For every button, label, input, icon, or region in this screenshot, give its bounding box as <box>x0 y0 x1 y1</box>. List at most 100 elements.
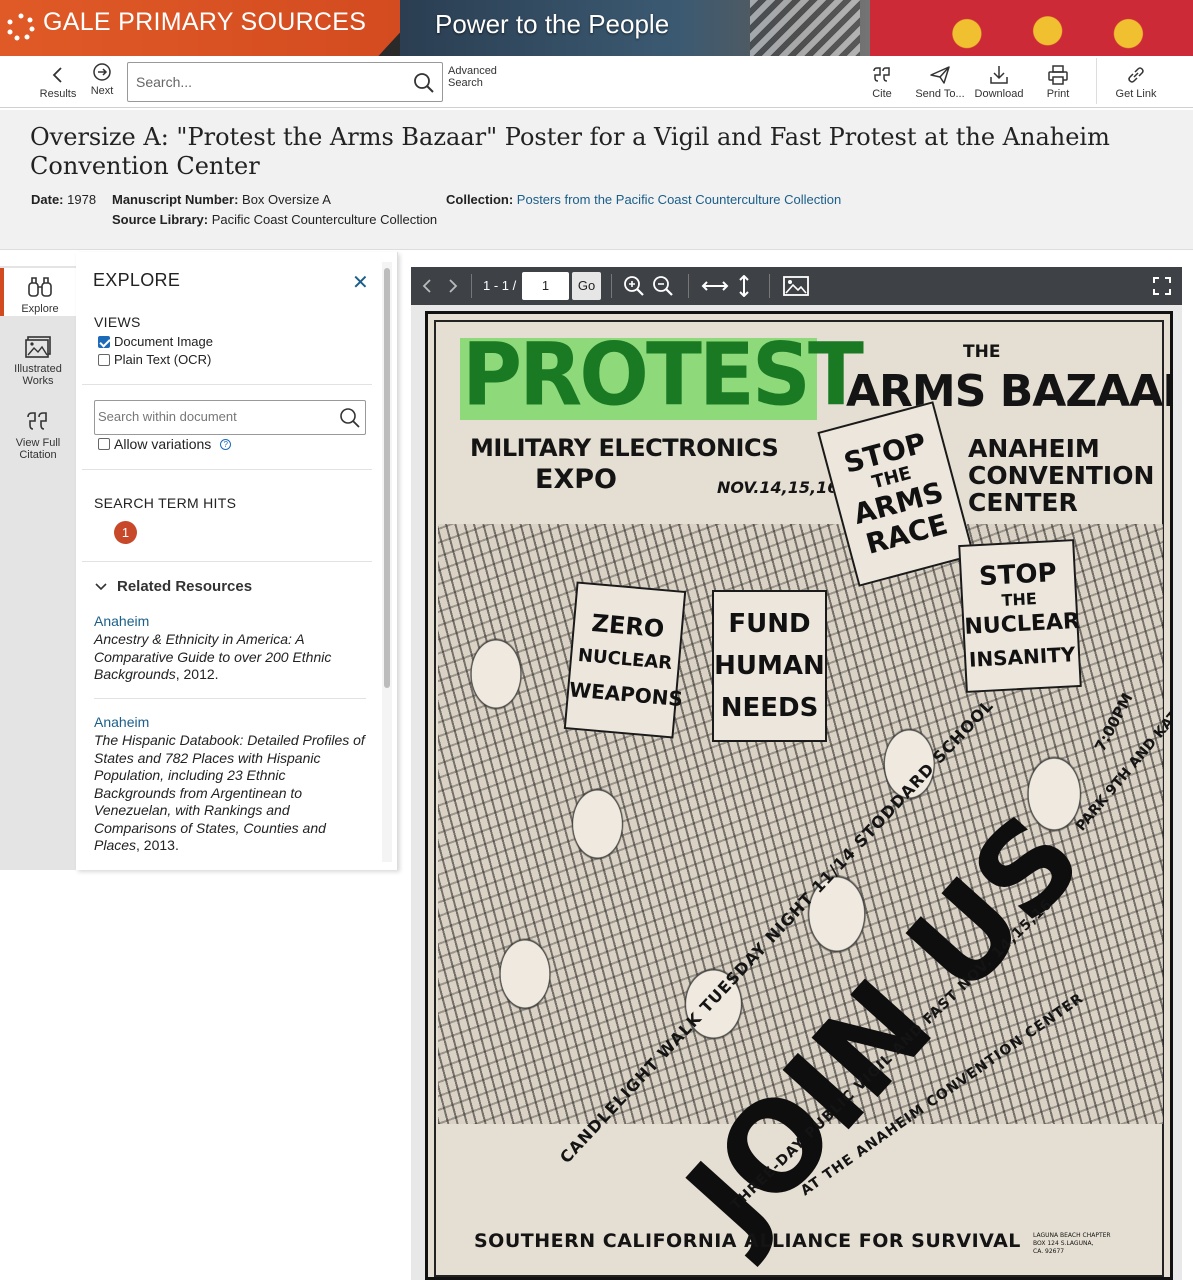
banner: GALE PRIMARY SOURCES Power to the People <box>0 0 1193 56</box>
collection-meta: Collection: Posters from the Pacific Coa… <box>446 192 841 207</box>
poster-arms-bazaar: ARMS BAZAAR <box>846 366 1173 417</box>
poster-chapter-1: LAGUNA BEACH CHAPTER <box>1033 1232 1111 1239</box>
fit-height-icon <box>739 274 749 298</box>
help-icon[interactable]: ? <box>220 438 232 450</box>
fit-width-button[interactable] <box>701 275 729 302</box>
next-button[interactable]: Next <box>84 53 120 105</box>
view-document-image-option[interactable]: Document Image <box>98 334 213 349</box>
print-icon <box>1048 65 1068 85</box>
arrow-right-circle-icon <box>93 63 111 81</box>
page-number-input[interactable]: 1 <box>522 272 569 300</box>
poster-chapter-2: BOX 124 S.LAGUNA, <box>1033 1240 1094 1247</box>
divider <box>82 384 372 385</box>
divider <box>82 469 372 470</box>
rail-illustrated-label-2: Works <box>22 375 54 387</box>
zoom-in-button[interactable] <box>623 275 645 302</box>
download-button[interactable]: Download <box>972 56 1026 108</box>
sign-text: NEEDS <box>720 693 819 723</box>
collection-label: Collection: <box>446 192 514 207</box>
rail-citation-label-1: View Full <box>15 437 61 449</box>
get-link-button[interactable]: Get Link <box>1112 56 1160 108</box>
fullscreen-button[interactable] <box>1151 275 1173 302</box>
document-image[interactable]: PROTEST THE ARMS BAZAAR MILITARY ELECTRO… <box>425 311 1173 1280</box>
brand-area[interactable]: GALE PRIMARY SOURCES <box>0 0 430 56</box>
manuscript-meta: Manuscript Number: Box Oversize A <box>112 192 331 207</box>
go-button[interactable]: Go <box>572 272 601 300</box>
print-button[interactable]: Print <box>1038 56 1078 108</box>
scrollbar-thumb[interactable] <box>384 268 390 688</box>
related-link[interactable]: Anaheim <box>94 613 149 629</box>
related-year: , 2012. <box>175 666 219 682</box>
plain-text-checkbox[interactable] <box>98 353 110 366</box>
advanced-search-link[interactable]: Advanced Search <box>448 65 508 89</box>
related-year: , 2013. <box>136 837 179 853</box>
send-to-button[interactable]: Send To... <box>912 56 968 108</box>
poster-chapter-3: CA. 92677 <box>1033 1248 1065 1255</box>
send-to-label: Send To... <box>915 88 965 100</box>
document-title: Oversize A: "Protest the Arms Bazaar" Po… <box>30 123 1110 180</box>
viewer-toolbar: 1 - 1 / 1 Go <box>411 267 1182 305</box>
zoom-in-icon <box>624 276 644 296</box>
related-book-title: The Hispanic Databook: Detailed Profiles… <box>94 732 365 853</box>
fit-height-button[interactable] <box>733 274 755 302</box>
next-page-button[interactable] <box>441 275 463 302</box>
search-icon[interactable] <box>339 407 361 429</box>
sign-text: HUMAN <box>714 651 825 681</box>
viewer-divider <box>471 274 472 298</box>
related-link[interactable]: Anaheim <box>94 714 149 730</box>
plain-text-label: Plain Text (OCR) <box>114 352 212 367</box>
download-icon <box>990 66 1008 84</box>
print-label: Print <box>1046 88 1070 100</box>
download-label: Download <box>974 88 1024 100</box>
related-resources-toggle[interactable]: Related Resources <box>94 578 252 595</box>
viewer-divider <box>769 274 770 298</box>
poster-military-electronics: MILITARY ELECTRONICS <box>470 434 779 462</box>
get-link-label: Get Link <box>1115 88 1157 100</box>
link-icon <box>1128 67 1144 83</box>
rail-view-full-citation[interactable]: View Full Citation <box>0 408 76 461</box>
collection-link[interactable]: Posters from the Pacific Coast Countercu… <box>517 192 841 207</box>
side-rail: Explore Illustrated Works View Full Cita… <box>0 266 76 870</box>
toolbar: Results Next Advanced Search Cite Send T… <box>0 56 1193 108</box>
document-image-checkbox[interactable] <box>98 335 110 348</box>
poster-anaheim-3: CENTER <box>968 488 1078 517</box>
search-within-input[interactable] <box>98 409 333 424</box>
fullscreen-icon <box>1153 277 1171 295</box>
view-plain-text-option[interactable]: Plain Text (OCR) <box>98 352 211 367</box>
poster-the: THE <box>963 342 1001 362</box>
poster-alliance: SOUTHERN CALIFORNIA ALLIANCE FOR SURVIVA… <box>474 1230 1021 1252</box>
allow-variations-option[interactable]: Allow variations ? <box>98 436 232 452</box>
poster-expo: EXPO <box>535 464 618 495</box>
related-description: The Hispanic Databook: Detailed Profiles… <box>94 732 369 855</box>
sign-stop-nuclear-insanity: STOP THE NUCLEAR INSANITY <box>958 539 1082 693</box>
search-input[interactable] <box>136 71 406 93</box>
date-meta: Date: 1978 <box>31 192 96 207</box>
related-description: Ancestry & Ethnicity in America: A Compa… <box>94 631 369 684</box>
allow-variations-checkbox[interactable] <box>98 438 110 450</box>
chevron-right-icon <box>449 279 458 293</box>
document-image-label: Document Image <box>114 334 213 349</box>
search-icon[interactable] <box>412 71 436 95</box>
binoculars-icon <box>28 277 52 297</box>
cite-label: Cite <box>872 88 892 100</box>
collection-title: Power to the People <box>435 9 670 39</box>
viewer-divider <box>688 274 689 298</box>
hit-count-badge[interactable]: 1 <box>114 521 137 544</box>
source-label: Source Library: <box>112 212 209 227</box>
poster-protest-text: PROTEST <box>462 325 864 426</box>
image-gallery-icon <box>25 336 51 358</box>
chevron-left-icon <box>52 67 62 83</box>
zoom-out-button[interactable] <box>652 275 674 302</box>
close-icon[interactable]: ✕ <box>352 270 369 295</box>
rail-illustrated-works[interactable]: Illustrated Works <box>0 334 76 387</box>
results-button[interactable]: Results <box>38 56 78 108</box>
quote-icon <box>873 67 890 82</box>
prev-page-button[interactable] <box>417 275 439 302</box>
cite-button[interactable]: Cite <box>864 56 900 108</box>
viewer-divider <box>611 274 612 298</box>
rail-explore[interactable]: Explore <box>0 268 76 316</box>
sign-fund-human-needs: FUND HUMAN NEEDS <box>712 590 827 742</box>
image-settings-button[interactable] <box>783 275 809 302</box>
date-label: Date: <box>31 192 64 207</box>
search-within-box <box>94 400 366 435</box>
